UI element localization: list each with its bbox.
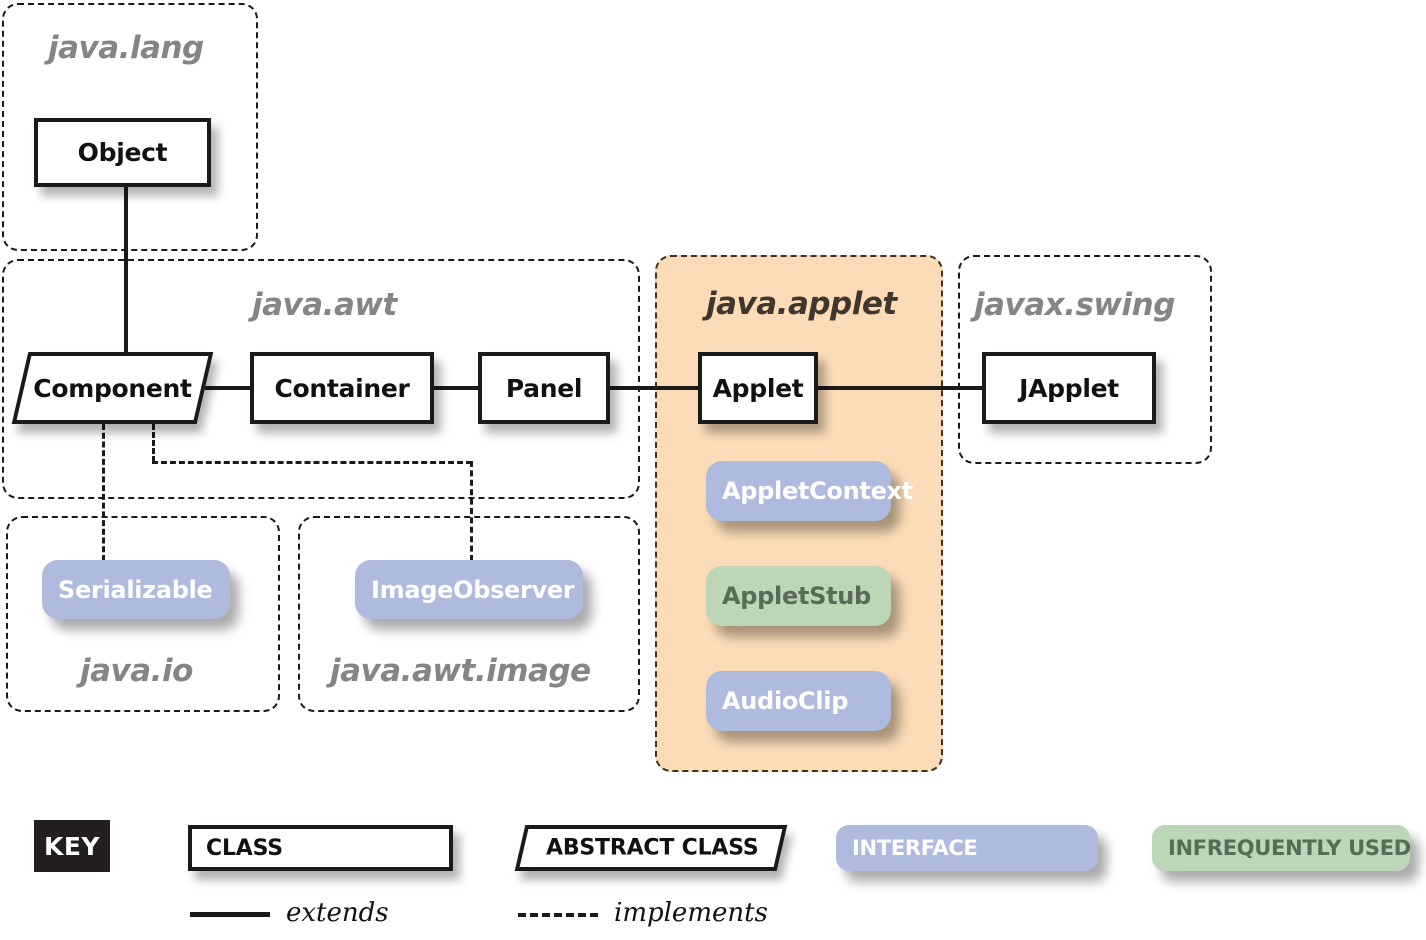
interface-pill-imageobserver[interactable]: ImageObserver: [355, 560, 583, 619]
legend-caption-extends: extends: [286, 898, 389, 928]
connector-applet-japplet: [814, 386, 984, 390]
legend-line-extends: [190, 912, 270, 917]
diagram-canvas: java.lang java.awt java.applet javax.swi…: [0, 0, 1426, 940]
interface-pill-audioclip[interactable]: AudioClip: [706, 671, 891, 731]
legend-label-class: CLASS: [206, 835, 283, 861]
class-label-japplet: JApplet: [1019, 373, 1119, 403]
package-label-javax-swing: javax.swing: [974, 287, 1175, 323]
legend-label-abstract-class: ABSTRACT CLASS: [546, 835, 759, 861]
connector-panel-applet: [606, 386, 702, 390]
legend-infrequent-pill: INFREQUENTLY USED: [1152, 825, 1411, 871]
interface-label-serializable: Serializable: [58, 575, 213, 604]
interface-label-appletstub: AppletStub: [722, 582, 871, 610]
class-box-component[interactable]: Component: [11, 352, 214, 424]
interface-label-imageobserver: ImageObserver: [371, 575, 575, 604]
class-box-panel[interactable]: Panel: [478, 352, 610, 424]
connector-component-imageobserver-stub: [152, 424, 155, 462]
interface-pill-serializable[interactable]: Serializable: [42, 560, 230, 619]
class-box-japplet[interactable]: JApplet: [982, 352, 1156, 424]
legend-label-interface: INTERFACE: [852, 836, 978, 860]
legend-label-infrequently-used: INFREQUENTLY USED: [1168, 836, 1411, 860]
legend-caption-implements: implements: [614, 898, 768, 928]
class-box-applet[interactable]: Applet: [698, 352, 818, 424]
class-label-container: Container: [274, 373, 410, 403]
interface-pill-appletstub[interactable]: AppletStub: [706, 566, 891, 626]
class-box-object[interactable]: Object: [34, 118, 211, 187]
legend-interface-pill: INTERFACE: [836, 825, 1098, 871]
package-label-java-lang: java.lang: [48, 30, 204, 66]
connector-component-imageobserver-drop: [470, 461, 473, 561]
connector-container-panel: [430, 386, 481, 390]
package-label-java-io: java.io: [80, 653, 193, 689]
package-label-java-awt-image: java.awt.image: [330, 653, 591, 689]
connector-object-component: [124, 184, 128, 354]
interface-label-audioclip: AudioClip: [722, 687, 849, 715]
package-label-java-awt: java.awt: [252, 287, 397, 323]
class-label-applet: Applet: [712, 373, 804, 403]
package-label-java-applet: java.applet: [706, 286, 897, 322]
legend-abstract-class-box: ABSTRACT CLASS: [514, 825, 788, 871]
key-badge: KEY: [34, 820, 110, 872]
class-label-component: Component: [33, 373, 192, 403]
key-badge-label: KEY: [43, 831, 101, 861]
legend-line-implements: [518, 913, 598, 917]
connector-component-imageobserver-horizontal: [152, 461, 472, 464]
interface-label-appletcontext: AppletContext: [722, 477, 913, 505]
connector-component-serializable: [102, 424, 105, 561]
class-box-container[interactable]: Container: [250, 352, 434, 424]
class-label-panel: Panel: [505, 373, 583, 403]
interface-pill-appletcontext[interactable]: AppletContext: [706, 461, 913, 521]
class-label-object: Object: [77, 138, 168, 167]
legend-class-box: CLASS: [188, 825, 453, 871]
